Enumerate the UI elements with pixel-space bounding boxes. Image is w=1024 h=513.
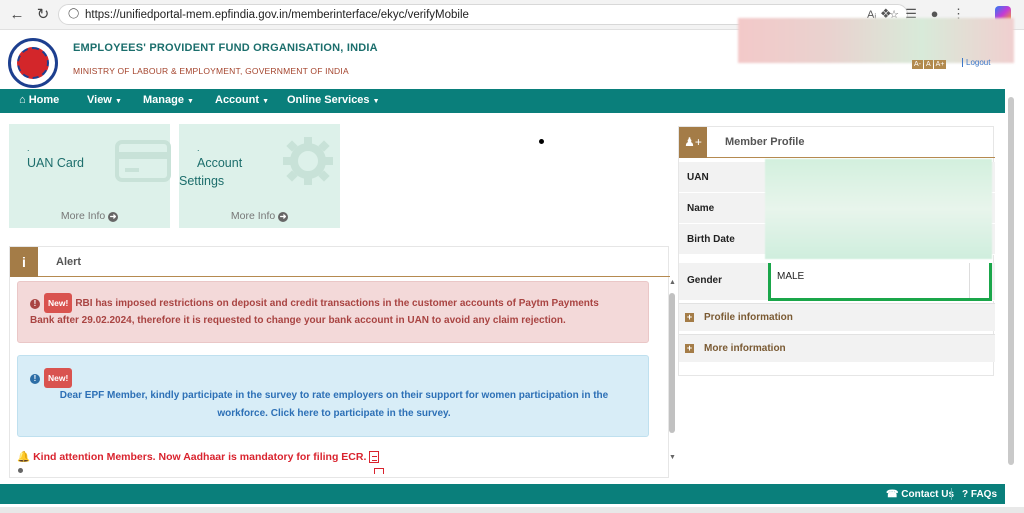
alert-message-rbi: ! New! RBI has imposed restrictions on dep… <box>17 281 649 343</box>
account-settings-tile[interactable]: . Account Settings More Info ➜ <box>179 124 340 228</box>
accordion-more-information[interactable]: + More information <box>679 334 995 362</box>
nav-account[interactable]: Account ▼ <box>215 94 269 106</box>
account-settings-title-line1: Account <box>197 156 243 170</box>
nav-view[interactable]: View ▼ <box>87 94 122 106</box>
faqs-link[interactable]: ? FAQs <box>962 489 997 500</box>
account-settings-more-info[interactable]: More Info ➜ <box>179 210 340 222</box>
more-information-label: More information <box>704 343 786 354</box>
font-increase-button[interactable]: A+ <box>933 60 947 69</box>
arrow-circle-right-icon: ➜ <box>278 212 289 222</box>
profile-information-label: Profile information <box>704 312 793 323</box>
uan-card-title: UAN Card <box>27 156 84 170</box>
page-scroll-thumb[interactable] <box>1008 97 1014 465</box>
survey-badge-row: ! New! <box>30 368 75 388</box>
alert-message-survey[interactable]: ! New! Dear EPF Member, kindly participat… <box>17 355 649 437</box>
aadhaar-ecr-notice[interactable]: 🔔 Kind attention Members. Now Aadhaar is … <box>17 450 380 464</box>
alert-title: Alert <box>56 256 82 268</box>
caret-down-icon: ▼ <box>187 98 194 105</box>
back-icon[interactable]: ← <box>6 5 28 25</box>
info-icon: i <box>10 247 38 277</box>
footer-bar: ☎ Contact Us ? FAQs <box>0 484 1005 504</box>
gear-icon <box>283 137 333 185</box>
member-profile-title: Member Profile <box>725 136 805 148</box>
nav-online-services[interactable]: Online Services ▼ <box>287 94 380 106</box>
mouse-cursor-dot <box>539 139 544 144</box>
bell-icon <box>18 468 23 473</box>
epfo-logo <box>8 38 58 88</box>
alert-scrollbar[interactable]: ▲ ▼ <box>668 279 676 465</box>
survey-message-line2[interactable]: workforce. Click here to participate in … <box>18 405 650 423</box>
question-icon: ? <box>962 489 969 500</box>
new-badge: New! <box>44 368 73 388</box>
nav-home[interactable]: ⌂ Home <box>19 94 59 106</box>
gender-value-box: MALE <box>768 263 992 301</box>
home-icon: ⌂ <box>19 94 26 106</box>
name-label: Name <box>687 203 715 214</box>
uan-label: UAN <box>687 172 709 183</box>
window-bottom-edge <box>0 507 1024 513</box>
member-profile-panel: ♟+ Member Profile UAN Name Birth Date Ge… <box>678 126 995 376</box>
ministry-name: MINISTRY OF LABOUR & EMPLOYMENT, GOVERNM… <box>73 66 349 76</box>
reload-icon[interactable]: ↻ <box>32 5 54 25</box>
phone-icon: ☎ <box>886 489 899 500</box>
contact-us-link[interactable]: ☎ Contact Us <box>886 489 954 500</box>
footer-divider <box>951 488 952 500</box>
bell-icon: 🔔 <box>17 451 31 463</box>
plus-square-icon: + <box>685 312 694 322</box>
credit-card-icon <box>115 140 171 182</box>
scroll-up-icon[interactable]: ▲ <box>669 279 676 286</box>
rbi-message-line1: ! New! RBI has imposed restrictions on dep… <box>30 293 599 313</box>
main-navbar: ⌂ Home View ▼ Manage ▼ Account ▼ Online … <box>0 89 1005 113</box>
font-decrease-button[interactable]: A- <box>912 60 923 69</box>
card-marker: . <box>27 143 30 153</box>
font-size-controls: A- A A+ <box>912 60 947 69</box>
exclamation-circle-icon: ! <box>30 299 40 309</box>
rbi-message-line2: Bank after 29.02.2024, therefore it is r… <box>30 315 566 326</box>
gender-value: MALE <box>777 271 805 282</box>
accordion-profile-information[interactable]: + Profile information <box>679 303 995 331</box>
page-scrollbar[interactable] <box>1006 89 1016 489</box>
url-text: https://unifiedportal-mem.epfindia.gov.i… <box>85 9 469 21</box>
cell-divider <box>969 263 970 298</box>
caret-down-icon: ▼ <box>262 98 269 105</box>
user-plus-icon: ♟+ <box>679 127 707 158</box>
profile-values-redacted <box>765 159 992 259</box>
gender-label: Gender <box>687 275 723 286</box>
new-badge: New! <box>44 293 73 313</box>
font-normal-button[interactable]: A <box>924 60 933 69</box>
nav-manage[interactable]: Manage ▼ <box>143 94 194 106</box>
scroll-down-icon[interactable]: ▼ <box>669 454 676 461</box>
caret-down-icon: ▼ <box>372 98 380 105</box>
logo-emblem <box>17 47 49 79</box>
exclamation-circle-icon: ! <box>30 374 40 384</box>
user-info-redacted <box>738 18 1014 63</box>
uan-card-tile[interactable]: . UAN Card More Info ➜ <box>9 124 171 228</box>
birth-date-label: Birth Date <box>687 234 735 245</box>
alert-header: i Alert <box>10 247 670 277</box>
card-marker: . <box>197 143 200 153</box>
lock-icon: ◯ <box>68 8 80 19</box>
account-settings-title-line2: Settings <box>179 174 225 188</box>
member-profile-header: ♟+ Member Profile <box>679 127 995 158</box>
survey-message-line1[interactable]: Dear EPF Member, kindly participate in t… <box>18 387 650 405</box>
arrow-circle-right-icon: ➜ <box>108 212 119 222</box>
logout-link[interactable]: Logout <box>962 58 990 67</box>
uan-card-more-info[interactable]: More Info ➜ <box>9 210 170 222</box>
org-name: EMPLOYEES' PROVIDENT FUND ORGANISATION, … <box>73 42 378 54</box>
pdf-icon[interactable] <box>374 468 384 474</box>
pdf-icon[interactable] <box>369 451 380 464</box>
caret-down-icon: ▼ <box>114 98 122 105</box>
plus-square-icon: + <box>685 343 694 353</box>
scroll-thumb[interactable] <box>669 293 675 433</box>
